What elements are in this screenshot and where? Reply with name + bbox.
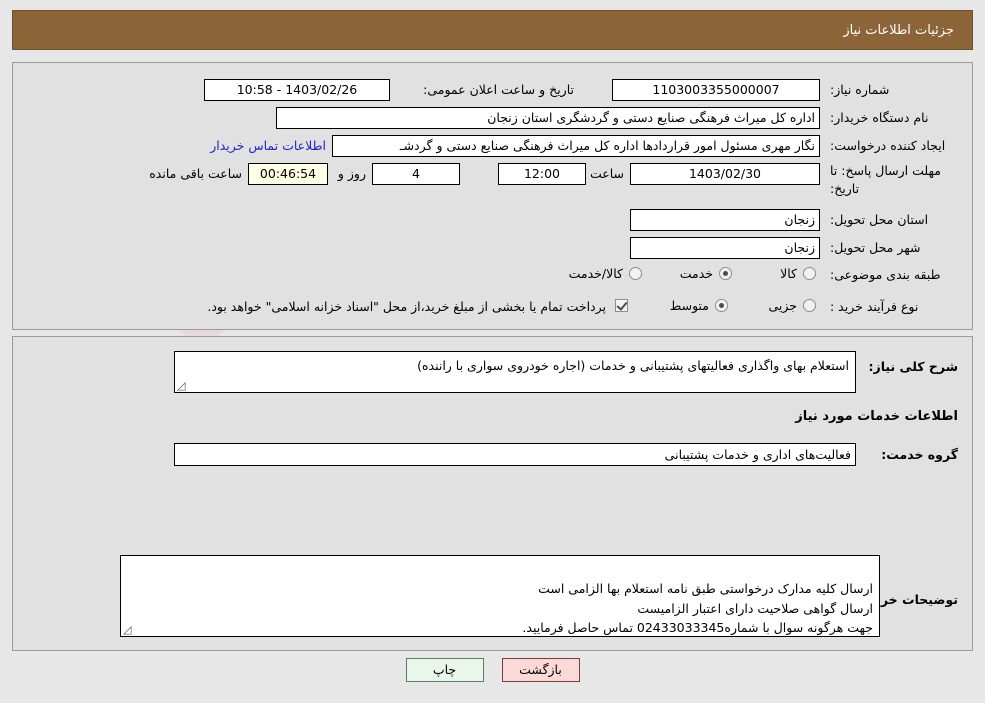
services-info-heading: اطلاعات خدمات مورد نیاز: [795, 409, 958, 424]
days-remaining-value: 4: [372, 163, 460, 185]
radio-icon[interactable]: [803, 299, 816, 312]
process-type-label: نوع فرآیند خرید :: [830, 299, 919, 314]
delivery-city-label: شهر محل تحویل:: [830, 240, 921, 255]
radio-icon[interactable]: [629, 267, 642, 280]
general-desc-textarea[interactable]: استعلام بهای واگذاری فعالیتهای پشتیبانی …: [174, 351, 856, 393]
category-option-kala[interactable]: کالا: [780, 266, 816, 281]
service-group-label: گروه خدمت:: [881, 447, 958, 462]
requester-value: نگار مهری مسئول امور قراردادها اداره کل …: [332, 135, 820, 157]
window-title-bar: جزئیات اطلاعات نیاز: [12, 10, 973, 50]
treasury-checkbox[interactable]: [615, 299, 628, 312]
delivery-city-value: زنجان: [630, 237, 820, 259]
process-type-option-jozei[interactable]: جزیی: [768, 298, 816, 313]
process-type-option-motevaset[interactable]: متوسط: [670, 298, 728, 313]
buyer-contact-link[interactable]: اطلاعات تماس خریدار: [210, 138, 326, 153]
need-number-label: شماره نیاز:: [830, 82, 890, 97]
print-button[interactable]: چاپ: [405, 658, 484, 682]
deadline-label-line1: مهلت ارسال پاسخ: تا: [830, 163, 941, 178]
remaining-suffix-label: ساعت باقی مانده: [149, 166, 242, 181]
delivery-province-value: زنجان: [630, 209, 820, 231]
page-root: AnaTender.net جزئیات اطلاعات نیاز شماره …: [0, 0, 985, 703]
radio-icon[interactable]: [719, 267, 732, 280]
process-type-option-label: جزیی: [768, 298, 797, 313]
process-type-option-label: متوسط: [669, 298, 709, 313]
radio-icon[interactable]: [803, 267, 816, 280]
announce-datetime-value: 1403/02/26 - 10:58: [204, 79, 390, 101]
buyer-org-value: اداره کل میراث فرهنگی صنایع دستی و گردشگ…: [276, 107, 820, 129]
buyer-notes-value: ارسال کلیه مدارک درخواستی طبق نامه استعل…: [522, 581, 873, 636]
countdown-timer: 00:46:54: [248, 163, 328, 185]
requester-label: ایجاد کننده درخواست:: [830, 138, 946, 153]
general-desc-label: شرح کلی نیاز:: [868, 359, 958, 374]
category-option-label: کالا: [780, 266, 797, 281]
announce-datetime-label: تاریخ و ساعت اعلان عمومی:: [423, 82, 574, 97]
need-summary-panel: شماره نیاز: 1103003355000007 تاریخ و ساع…: [12, 62, 973, 330]
need-details-panel: شرح کلی نیاز: استعلام بهای واگذاری فعالی…: [12, 336, 973, 651]
category-option-kala-khedmat[interactable]: کالا/خدمت: [569, 266, 642, 281]
service-group-value: فعالیت‌های اداری و خدمات پشتیبانی: [174, 443, 856, 466]
deadline-time-value: 12:00: [498, 163, 586, 185]
deadline-label-line2: تاریخ:: [830, 181, 860, 196]
general-desc-value: استعلام بهای واگذاری فعالیتهای پشتیبانی …: [417, 358, 849, 373]
buyer-org-label: نام دستگاه خریدار:: [830, 110, 929, 125]
resize-grip-icon[interactable]: ◺: [177, 379, 187, 392]
category-option-label: کالا/خدمت: [568, 266, 623, 281]
need-number-value: 1103003355000007: [612, 79, 820, 101]
days-word-label: روز و: [337, 166, 366, 181]
page-title: جزئیات اطلاعات نیاز: [843, 22, 954, 38]
buyer-notes-textarea[interactable]: ارسال کلیه مدارک درخواستی طبق نامه استعل…: [120, 555, 880, 637]
deadline-date-value: 1403/02/30: [630, 163, 820, 185]
radio-icon[interactable]: [715, 299, 728, 312]
back-button[interactable]: بازگشت: [501, 658, 580, 682]
resize-grip-icon[interactable]: ◺: [123, 623, 133, 636]
category-option-label: خدمت: [679, 266, 713, 281]
category-label: طبقه بندی موضوعی:: [830, 267, 941, 282]
deadline-hour-label: ساعت: [589, 166, 624, 181]
action-button-bar: بازگشت چاپ: [0, 658, 985, 682]
treasury-note-label: پرداخت تمام یا بخشی از مبلغ خرید،از محل …: [207, 299, 606, 314]
category-option-khedmat[interactable]: خدمت: [680, 266, 732, 281]
delivery-province-label: استان محل تحویل:: [830, 212, 929, 227]
